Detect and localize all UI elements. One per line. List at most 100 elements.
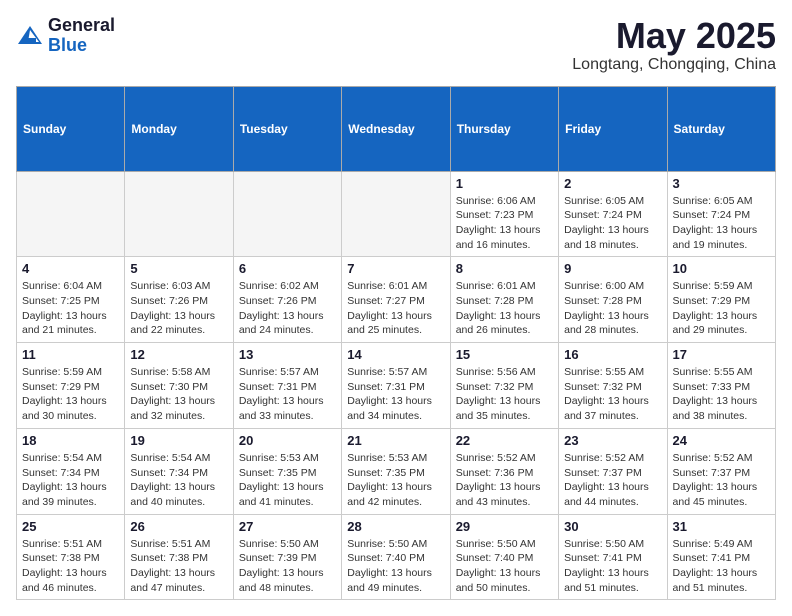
- calendar-cell: 3 Sunrise: 6:05 AMSunset: 7:24 PMDaylight…: [667, 171, 775, 257]
- day-info: Sunrise: 5:57 AMSunset: 7:31 PMDaylight:…: [239, 365, 336, 424]
- location: Longtang, Chongqing, China: [572, 56, 776, 74]
- day-number: 18: [22, 433, 119, 448]
- calendar-cell: 29Sunrise: 5:50 AMSunset: 7:40 PMDayligh…: [450, 514, 558, 600]
- title-section: May 2025 Longtang, Chongqing, China: [572, 16, 776, 74]
- calendar-week-3: 11 Sunrise: 5:59 AMSunset: 7:29 PMDayligh…: [17, 343, 776, 429]
- day-info: Sunrise: 5:50 AMSunset: 7:40 PMDaylight:…: [456, 537, 553, 596]
- weekday-header-thursday: Thursday: [450, 86, 558, 171]
- calendar-cell: 15Sunrise: 5:56 AMSunset: 7:32 PMDayligh…: [450, 343, 558, 429]
- day-number: 30: [564, 519, 661, 534]
- day-info: Sunrise: 5:52 AMSunset: 7:37 PMDaylight:…: [564, 451, 661, 510]
- day-number: 19: [130, 433, 227, 448]
- day-info: Sunrise: 5:50 AMSunset: 7:40 PMDaylight:…: [347, 537, 444, 596]
- day-number: 24: [673, 433, 770, 448]
- day-number: 3: [673, 176, 770, 191]
- day-info: Sunrise: 5:53 AMSunset: 7:35 PMDaylight:…: [239, 451, 336, 510]
- day-number: 21: [347, 433, 444, 448]
- day-info: Sunrise: 5:50 AMSunset: 7:39 PMDaylight:…: [239, 537, 336, 596]
- day-number: 16: [564, 347, 661, 362]
- calendar-cell: 9 Sunrise: 6:00 AMSunset: 7:28 PMDaylight…: [559, 257, 667, 343]
- calendar-cell: 13 Sunrise: 5:57 AMSunset: 7:31 PMDayligh…: [233, 343, 341, 429]
- day-number: 28: [347, 519, 444, 534]
- day-number: 26: [130, 519, 227, 534]
- day-info: Sunrise: 5:51 AMSunset: 7:38 PMDaylight:…: [22, 537, 119, 596]
- calendar-cell: 19 Sunrise: 5:54 AMSunset: 7:34 PMDayligh…: [125, 428, 233, 514]
- weekday-header-row: SundayMondayTuesdayWednesdayThursdayFrid…: [17, 86, 776, 171]
- day-number: 10: [673, 261, 770, 276]
- day-info: Sunrise: 6:05 AMSunset: 7:24 PMDaylight:…: [564, 194, 661, 253]
- day-number: 8: [456, 261, 553, 276]
- calendar-cell: 21 Sunrise: 5:53 AMSunset: 7:35 PMDayligh…: [342, 428, 450, 514]
- logo-text: General Blue: [48, 16, 115, 56]
- calendar-cell: 25 Sunrise: 5:51 AMSunset: 7:38 PMDayligh…: [17, 514, 125, 600]
- calendar-cell: [233, 171, 341, 257]
- calendar-cell: 24Sunrise: 5:52 AMSunset: 7:37 PMDayligh…: [667, 428, 775, 514]
- calendar-cell: [125, 171, 233, 257]
- day-number: 31: [673, 519, 770, 534]
- calendar-cell: 23 Sunrise: 5:52 AMSunset: 7:37 PMDayligh…: [559, 428, 667, 514]
- calendar-cell: 4 Sunrise: 6:04 AMSunset: 7:25 PMDaylight…: [17, 257, 125, 343]
- day-number: 6: [239, 261, 336, 276]
- day-number: 17: [673, 347, 770, 362]
- calendar-cell: 26 Sunrise: 5:51 AMSunset: 7:38 PMDayligh…: [125, 514, 233, 600]
- calendar-cell: 16 Sunrise: 5:55 AMSunset: 7:32 PMDayligh…: [559, 343, 667, 429]
- day-info: Sunrise: 6:03 AMSunset: 7:26 PMDaylight:…: [130, 279, 227, 338]
- calendar-cell: 8 Sunrise: 6:01 AMSunset: 7:28 PMDaylight…: [450, 257, 558, 343]
- weekday-header-tuesday: Tuesday: [233, 86, 341, 171]
- calendar-table: SundayMondayTuesdayWednesdayThursdayFrid…: [16, 86, 776, 601]
- day-number: 27: [239, 519, 336, 534]
- day-info: Sunrise: 6:01 AMSunset: 7:27 PMDaylight:…: [347, 279, 444, 338]
- logo-general-text: General: [48, 16, 115, 36]
- day-number: 25: [22, 519, 119, 534]
- day-number: 2: [564, 176, 661, 191]
- calendar-week-5: 25 Sunrise: 5:51 AMSunset: 7:38 PMDayligh…: [17, 514, 776, 600]
- calendar-cell: 2 Sunrise: 6:05 AMSunset: 7:24 PMDaylight…: [559, 171, 667, 257]
- day-info: Sunrise: 5:52 AMSunset: 7:36 PMDaylight:…: [456, 451, 553, 510]
- calendar-cell: 28 Sunrise: 5:50 AMSunset: 7:40 PMDayligh…: [342, 514, 450, 600]
- weekday-header-friday: Friday: [559, 86, 667, 171]
- day-info: Sunrise: 5:54 AMSunset: 7:34 PMDaylight:…: [22, 451, 119, 510]
- calendar-cell: 27 Sunrise: 5:50 AMSunset: 7:39 PMDayligh…: [233, 514, 341, 600]
- calendar-cell: 31 Sunrise: 5:49 AMSunset: 7:41 PMDayligh…: [667, 514, 775, 600]
- day-info: Sunrise: 6:01 AMSunset: 7:28 PMDaylight:…: [456, 279, 553, 338]
- calendar-cell: 7Sunrise: 6:01 AMSunset: 7:27 PMDaylight…: [342, 257, 450, 343]
- day-number: 12: [130, 347, 227, 362]
- day-number: 14: [347, 347, 444, 362]
- calendar-cell: 10 Sunrise: 5:59 AMSunset: 7:29 PMDayligh…: [667, 257, 775, 343]
- day-info: Sunrise: 5:59 AMSunset: 7:29 PMDaylight:…: [22, 365, 119, 424]
- day-number: 9: [564, 261, 661, 276]
- day-number: 13: [239, 347, 336, 362]
- calendar-week-2: 4 Sunrise: 6:04 AMSunset: 7:25 PMDaylight…: [17, 257, 776, 343]
- calendar-cell: [342, 171, 450, 257]
- day-info: Sunrise: 5:50 AMSunset: 7:41 PMDaylight:…: [564, 537, 661, 596]
- day-number: 5: [130, 261, 227, 276]
- day-info: Sunrise: 5:49 AMSunset: 7:41 PMDaylight:…: [673, 537, 770, 596]
- day-number: 23: [564, 433, 661, 448]
- day-number: 11: [22, 347, 119, 362]
- calendar-cell: 14Sunrise: 5:57 AMSunset: 7:31 PMDayligh…: [342, 343, 450, 429]
- calendar-cell: [17, 171, 125, 257]
- day-number: 22: [456, 433, 553, 448]
- day-number: 4: [22, 261, 119, 276]
- month-title: May 2025: [572, 16, 776, 56]
- day-info: Sunrise: 6:02 AMSunset: 7:26 PMDaylight:…: [239, 279, 336, 338]
- logo-icon: [16, 22, 44, 50]
- logo: General Blue: [16, 16, 115, 56]
- day-info: Sunrise: 5:56 AMSunset: 7:32 PMDaylight:…: [456, 365, 553, 424]
- calendar-cell: 6 Sunrise: 6:02 AMSunset: 7:26 PMDaylight…: [233, 257, 341, 343]
- day-info: Sunrise: 5:53 AMSunset: 7:35 PMDaylight:…: [347, 451, 444, 510]
- calendar-cell: 30 Sunrise: 5:50 AMSunset: 7:41 PMDayligh…: [559, 514, 667, 600]
- day-info: Sunrise: 6:04 AMSunset: 7:25 PMDaylight:…: [22, 279, 119, 338]
- weekday-header-saturday: Saturday: [667, 86, 775, 171]
- calendar-cell: 17Sunrise: 5:55 AMSunset: 7:33 PMDayligh…: [667, 343, 775, 429]
- day-info: Sunrise: 5:54 AMSunset: 7:34 PMDaylight:…: [130, 451, 227, 510]
- day-info: Sunrise: 5:51 AMSunset: 7:38 PMDaylight:…: [130, 537, 227, 596]
- day-info: Sunrise: 5:59 AMSunset: 7:29 PMDaylight:…: [673, 279, 770, 338]
- day-info: Sunrise: 5:55 AMSunset: 7:32 PMDaylight:…: [564, 365, 661, 424]
- calendar-cell: 20Sunrise: 5:53 AMSunset: 7:35 PMDayligh…: [233, 428, 341, 514]
- day-info: Sunrise: 6:05 AMSunset: 7:24 PMDaylight:…: [673, 194, 770, 253]
- calendar-cell: 18 Sunrise: 5:54 AMSunset: 7:34 PMDayligh…: [17, 428, 125, 514]
- day-info: Sunrise: 6:00 AMSunset: 7:28 PMDaylight:…: [564, 279, 661, 338]
- calendar-cell: 12Sunrise: 5:58 AMSunset: 7:30 PMDayligh…: [125, 343, 233, 429]
- calendar-cell: 5 Sunrise: 6:03 AMSunset: 7:26 PMDaylight…: [125, 257, 233, 343]
